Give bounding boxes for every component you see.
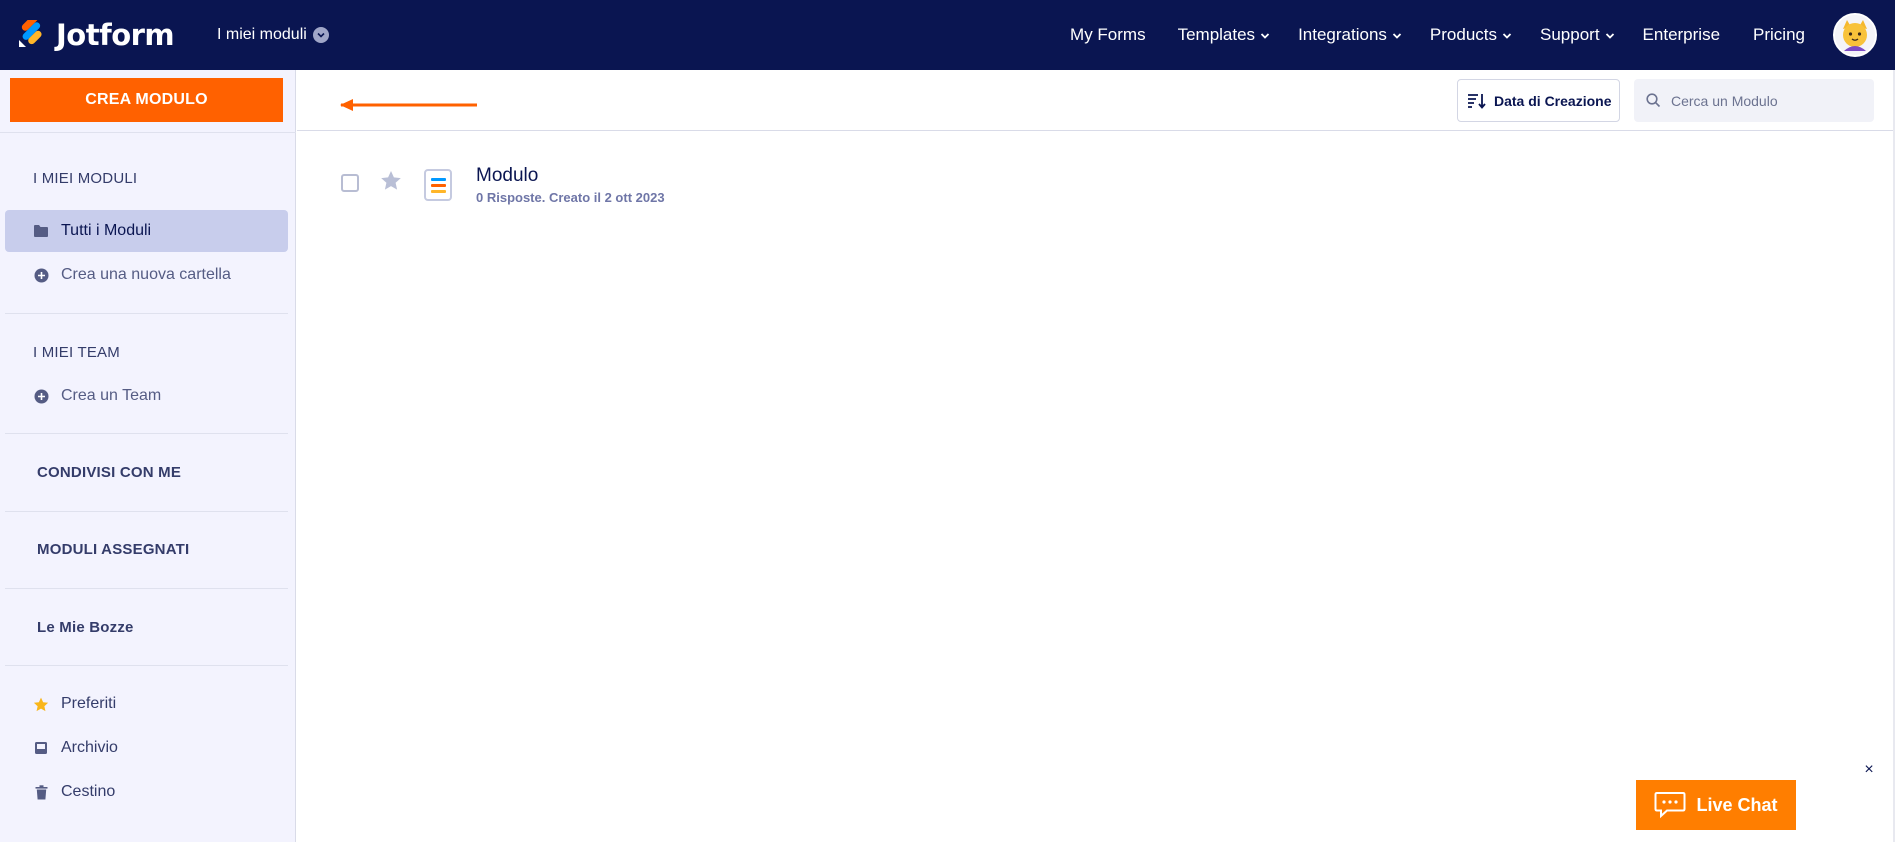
chat-bubble-icon: [1654, 791, 1686, 819]
form-meta: 0 Risposte. Creato il 2 ott 2023: [476, 190, 665, 205]
brand-name: Jotform: [56, 18, 175, 52]
trash-icon: [33, 784, 49, 800]
form-type-icon: [424, 169, 452, 201]
nav-integrations[interactable]: Integrations: [1298, 0, 1402, 70]
nav-products-label: Products: [1429, 25, 1497, 44]
sidebar-divider: [5, 588, 288, 589]
search-input[interactable]: [1671, 92, 1861, 109]
chevron-down-icon: [1260, 25, 1270, 45]
sidebar-divider: [5, 313, 288, 314]
chevron-down-icon: [1502, 25, 1512, 45]
star-icon: [33, 696, 49, 712]
sidebar-item-trash-label: Cestino: [61, 783, 116, 800]
nav-templates[interactable]: Templates: [1178, 0, 1270, 70]
live-chat-button[interactable]: Live Chat: [1636, 780, 1796, 830]
avatar-icon: [1835, 15, 1875, 55]
nav-integrations-label: Integrations: [1298, 25, 1387, 44]
sidebar-item-drafts[interactable]: Le Mie Bozze: [37, 619, 134, 636]
plus-circle-icon: [33, 388, 49, 404]
user-avatar[interactable]: [1833, 13, 1877, 57]
top-navigation-bar: Jotform I miei moduli My Forms Templates…: [0, 0, 1895, 70]
sidebar-item-archive[interactable]: Archivio: [5, 727, 288, 769]
sidebar-item-favorites[interactable]: Preferiti: [5, 683, 288, 725]
workspace-chevron-icon: [312, 27, 329, 43]
main-nav: My Forms Templates Integrations Products…: [1070, 0, 1895, 70]
create-form-button[interactable]: CREA MODULO: [10, 78, 283, 122]
sidebar-item-new-folder[interactable]: Crea una nuova cartella: [5, 254, 288, 296]
sort-icon: [1467, 93, 1487, 109]
workspace-selector[interactable]: I miei moduli: [217, 24, 329, 46]
sidebar-item-all-forms-label: Tutti i Moduli: [61, 222, 152, 239]
sidebar-divider: [5, 665, 288, 666]
nav-pricing-label: Pricing: [1753, 25, 1805, 44]
nav-pricing[interactable]: Pricing: [1753, 0, 1805, 70]
folder-icon: [33, 223, 49, 239]
sidebar: CREA MODULO I MIEI MODULI Tutti i Moduli…: [0, 70, 296, 842]
search-icon: [1646, 93, 1661, 108]
live-chat-close-button[interactable]: ×: [1861, 762, 1877, 778]
nav-templates-label: Templates: [1177, 25, 1256, 44]
search-box[interactable]: [1634, 79, 1874, 122]
workspace-label: I miei moduli: [217, 26, 307, 43]
sidebar-item-create-team[interactable]: Crea un Team: [5, 375, 288, 417]
sidebar-item-assigned-forms[interactable]: MODULI ASSEGNATI: [37, 541, 189, 558]
my-teams-section-title: I MIEI TEAM: [33, 344, 120, 361]
sidebar-item-new-folder-label: Crea una nuova cartella: [61, 266, 231, 283]
form-list-item[interactable]: Modulo 0 Risposte. Creato il 2 ott 2023: [297, 131, 1895, 237]
nav-my-forms[interactable]: My Forms: [1070, 0, 1146, 70]
nav-enterprise-label: Enterprise: [1642, 25, 1721, 44]
archive-icon: [33, 740, 49, 756]
arrow-left-icon: [340, 99, 477, 111]
plus-circle-icon: [33, 267, 49, 283]
sidebar-divider: [5, 433, 288, 434]
app-root: Jotform I miei moduli My Forms Templates…: [0, 0, 1895, 842]
main-toolbar: Data di Creazione: [297, 70, 1895, 131]
sidebar-item-all-forms[interactable]: Tutti i Moduli: [5, 210, 288, 252]
nav-products[interactable]: Products: [1430, 0, 1512, 70]
favorite-star-icon[interactable]: [380, 170, 402, 191]
jotform-logo[interactable]: Jotform: [16, 16, 175, 54]
sidebar-divider: [5, 511, 288, 512]
sidebar-item-trash[interactable]: Cestino: [5, 771, 288, 813]
sidebar-item-archive-label: Archivio: [61, 739, 118, 756]
my-forms-section-title: I MIEI MODULI: [33, 170, 138, 187]
sort-label: Data di Creazione: [1494, 92, 1612, 109]
sidebar-header-divider: [0, 132, 296, 133]
sort-button[interactable]: Data di Creazione: [1457, 79, 1620, 122]
nav-support-label: Support: [1540, 25, 1600, 44]
nav-my-forms-label: My Forms: [1070, 25, 1146, 44]
chevron-down-icon: [1392, 25, 1402, 45]
form-select-checkbox[interactable]: [341, 174, 359, 192]
nav-support[interactable]: Support: [1540, 0, 1615, 70]
sidebar-item-shared-with-me[interactable]: CONDIVISI CON ME: [37, 464, 181, 481]
sidebar-item-favorites-label: Preferiti: [61, 695, 117, 712]
chevron-down-icon: [1605, 25, 1615, 45]
form-title[interactable]: Modulo: [476, 165, 538, 187]
jotform-logo-icon: [19, 20, 42, 47]
nav-enterprise[interactable]: Enterprise: [1643, 0, 1720, 70]
sidebar-item-create-team-label: Crea un Team: [61, 387, 162, 404]
live-chat-label: Live Chat: [1696, 794, 1778, 815]
